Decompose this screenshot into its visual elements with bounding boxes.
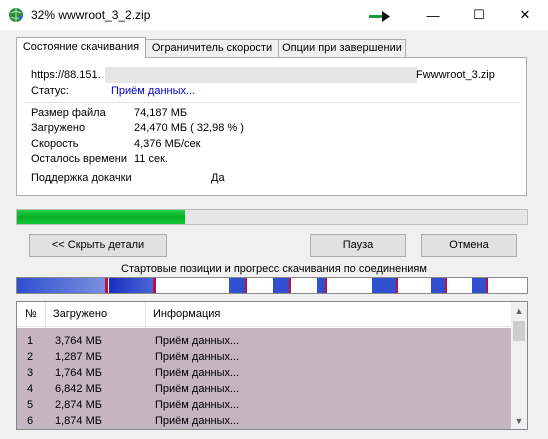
url-suffix: Fwwwroot_3.zip — [416, 69, 495, 81]
connection-marker — [245, 278, 247, 293]
download-progress-bar — [16, 209, 528, 225]
file-size-label: Размер файла — [31, 107, 106, 119]
url-prefix: https://88.151. — [31, 69, 101, 81]
file-size-value: 74,187 МБ — [134, 107, 188, 119]
table-header: № Загружено Информация — [17, 302, 511, 327]
connection-segment — [17, 278, 105, 293]
cell-downloaded: 1,764 МБ — [55, 367, 102, 379]
scroll-down-icon[interactable]: ▼ — [511, 412, 527, 429]
pause-button[interactable]: Пауза — [310, 234, 406, 257]
table-body: 1 3,764 МБ Приём данных... 2 1,287 МБ Приём д… — [17, 328, 511, 429]
cell-info: Приём данных... — [155, 335, 240, 347]
maximize-button[interactable]: ☐ — [456, 0, 502, 30]
tab-speed-limiter[interactable]: Ограничитель скорости — [145, 39, 279, 58]
speed-value: 4,376 МБ/сек — [134, 138, 201, 150]
cell-downloaded: 3,764 МБ — [55, 335, 102, 347]
resume-support-label: Поддержка докачки — [31, 172, 132, 184]
cell-info: Приём данных... — [155, 367, 240, 379]
column-header-number[interactable]: № — [19, 302, 37, 327]
column-divider[interactable] — [145, 302, 146, 327]
table-row[interactable]: 6 1,874 МБ Приём данных... — [17, 413, 511, 429]
table-row[interactable]: 4 6,842 МБ Приём данных... — [17, 381, 511, 397]
cell-info: Приём данных... — [155, 383, 240, 395]
connections-caption: Стартовые позиции и прогресс скачивания … — [121, 263, 427, 275]
cell-number: 2 — [27, 351, 34, 363]
connection-segment — [317, 278, 325, 293]
progress-fill — [17, 210, 186, 224]
connection-marker — [153, 278, 156, 293]
download-status-panel: https://88.151. Fwwwroot_3.zip Статус: П… — [16, 57, 527, 196]
speed-label: Скорость — [31, 138, 79, 150]
download-arrow-icon — [369, 11, 390, 22]
time-left-label: Осталось времени — [31, 153, 128, 165]
downloaded-label: Загружено — [31, 122, 86, 134]
cell-number: 6 — [27, 415, 34, 427]
connections-table[interactable]: № Загружено Информация 1 3,764 МБ Приём да… — [16, 301, 528, 430]
idm-globe-icon — [9, 8, 23, 22]
cell-number: 5 — [27, 399, 34, 411]
table-row[interactable]: 3 1,764 МБ Приём данных... — [17, 365, 511, 381]
tab-download-status[interactable]: Состояние скачивания — [16, 37, 146, 58]
table-row[interactable]: 5 2,874 МБ Приём данных... — [17, 397, 511, 413]
cell-number: 4 — [27, 383, 34, 395]
table-row[interactable]: 2 1,287 МБ Приём данных... — [17, 349, 511, 365]
status-value: Приём данных... — [111, 85, 196, 97]
cancel-button[interactable]: Отмена — [421, 234, 517, 257]
connection-marker — [445, 278, 447, 293]
connection-marker — [486, 278, 488, 293]
close-button[interactable]: ✕ — [502, 0, 548, 30]
tab-completion-options[interactable]: Опции при завершении — [278, 39, 406, 58]
window-title: 32% wwwroot_3_2.zip — [31, 8, 151, 22]
hide-details-button[interactable]: << Скрыть детали — [29, 234, 167, 257]
minimize-button[interactable]: — — [410, 0, 456, 30]
connection-segment — [109, 278, 153, 293]
column-divider[interactable] — [45, 302, 46, 327]
column-header-downloaded[interactable]: Загружено — [47, 302, 107, 327]
status-label: Статус: — [31, 85, 69, 97]
cell-downloaded: 1,287 МБ — [55, 351, 102, 363]
connection-marker — [396, 278, 398, 293]
vertical-scrollbar[interactable]: ▲ ▼ — [511, 302, 527, 429]
connection-segment — [431, 278, 445, 293]
time-left-value: 11 сек. — [134, 153, 168, 165]
connection-marker — [105, 278, 108, 293]
url-redaction — [105, 67, 417, 83]
connection-segment — [229, 278, 245, 293]
scroll-thumb[interactable] — [513, 321, 525, 341]
connection-segment — [273, 278, 289, 293]
cell-info: Приём данных... — [155, 351, 240, 363]
separator — [25, 102, 519, 103]
cell-downloaded: 1,874 МБ — [55, 415, 102, 427]
connection-marker — [325, 278, 327, 293]
downloaded-value: 24,470 МБ ( 32,98 % ) — [134, 122, 244, 134]
connections-progress-bar — [16, 277, 528, 294]
connection-segment — [472, 278, 486, 293]
column-header-info[interactable]: Информация — [147, 302, 220, 327]
cell-number: 1 — [27, 335, 34, 347]
connection-marker — [289, 278, 291, 293]
connection-segment — [372, 278, 396, 293]
cell-downloaded: 6,842 МБ — [55, 383, 102, 395]
cell-downloaded: 2,874 МБ — [55, 399, 102, 411]
cell-info: Приём данных... — [155, 415, 240, 427]
title-bar: 32% wwwroot_3_2.zip — ☐ ✕ — [0, 0, 548, 30]
table-row[interactable]: 1 3,764 МБ Приём данных... — [17, 333, 511, 349]
scroll-up-icon[interactable]: ▲ — [511, 302, 527, 319]
resume-support-value: Да — [211, 172, 225, 184]
cell-info: Приём данных... — [155, 399, 240, 411]
cell-number: 3 — [27, 367, 34, 379]
